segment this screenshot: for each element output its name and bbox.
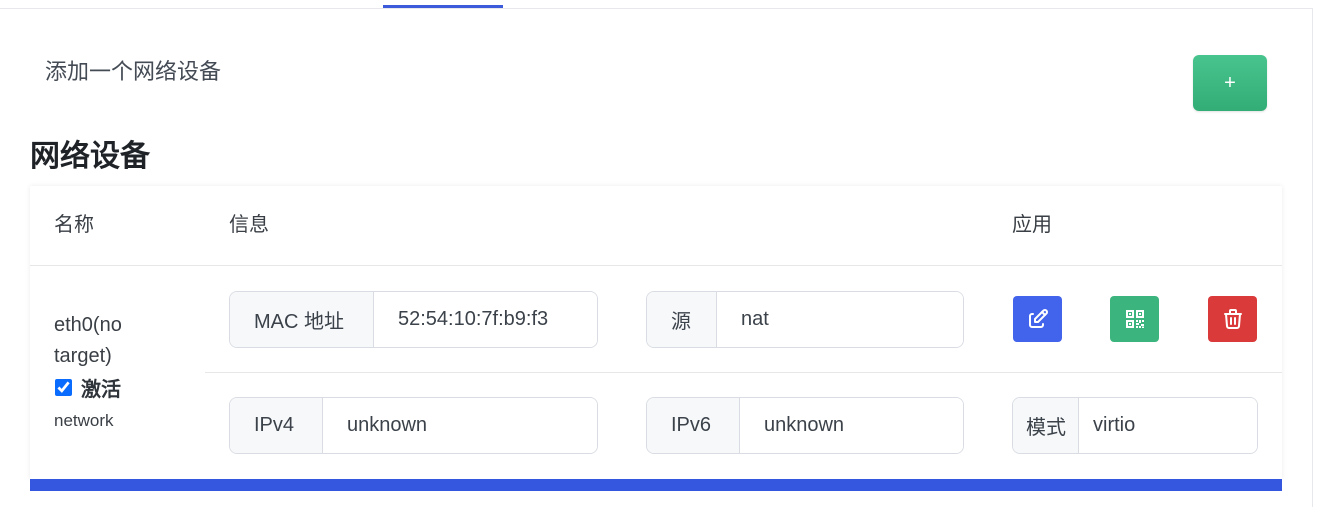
- column-header-name: 名称: [54, 214, 94, 236]
- delete-button[interactable]: [1208, 296, 1257, 342]
- mac-address-group: MAC 地址: [229, 291, 598, 348]
- add-network-device-button[interactable]: +: [1193, 55, 1267, 111]
- active-tab-indicator[interactable]: [383, 5, 503, 8]
- trash-icon: [1223, 309, 1242, 329]
- edit-icon: [1028, 309, 1048, 328]
- edit-button[interactable]: [1013, 296, 1062, 342]
- model-label: 模式: [1013, 398, 1079, 453]
- active-checkbox[interactable]: [55, 378, 72, 396]
- model-group: 模式: [1012, 397, 1258, 454]
- source-label: 源: [647, 292, 717, 347]
- ipv6-input[interactable]: [740, 398, 963, 453]
- device-name: eth0(no target): [54, 314, 122, 367]
- column-header-info: 信息: [229, 214, 269, 236]
- source-input[interactable]: [717, 292, 963, 347]
- mac-address-label: MAC 地址: [230, 292, 374, 347]
- tab-bar-border: [0, 8, 1313, 9]
- qrcode-icon: [1125, 310, 1144, 328]
- ipv4-label: IPv4: [230, 398, 323, 453]
- ipv6-label: IPv6: [647, 398, 740, 453]
- table-bottom-bar: [30, 479, 1282, 491]
- ipv6-group: IPv6: [646, 397, 964, 454]
- row-divider: [205, 372, 1282, 373]
- section-title: 网络设备: [30, 140, 150, 173]
- table-header-divider: [30, 265, 1282, 266]
- column-header-actions: 应用: [1012, 214, 1052, 236]
- add-network-device-label: 添加一个网络设备: [45, 59, 222, 84]
- ipv4-input[interactable]: [323, 398, 597, 453]
- active-toggle[interactable]: 激活: [54, 372, 121, 402]
- panel-right-border: [1312, 8, 1313, 507]
- mac-address-input[interactable]: [374, 292, 597, 347]
- qrcode-button[interactable]: [1110, 296, 1159, 342]
- device-type: network: [54, 411, 114, 430]
- active-label: 激活: [81, 378, 121, 401]
- model-input[interactable]: [1079, 398, 1257, 453]
- ipv4-group: IPv4: [229, 397, 598, 454]
- source-group: 源: [646, 291, 964, 348]
